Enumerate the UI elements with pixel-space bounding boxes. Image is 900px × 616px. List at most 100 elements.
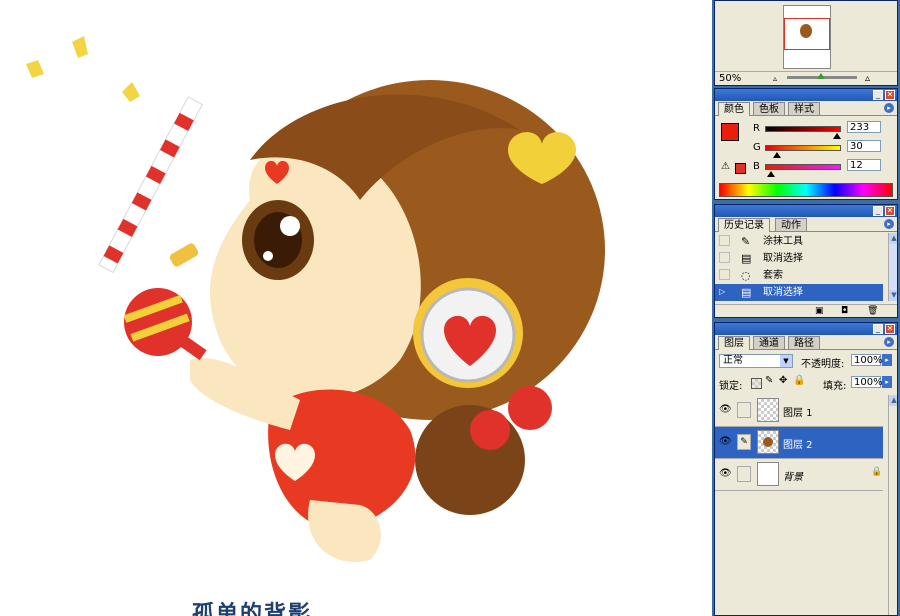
close-icon[interactable]: ✕ <box>885 90 895 100</box>
document-icon: ▤ <box>741 286 752 299</box>
history-panel-titlebar[interactable]: _ ✕ <box>715 205 897 217</box>
tab-swatches[interactable]: 色板 <box>753 102 785 115</box>
new-snapshot-icon[interactable]: ◘ <box>841 306 848 316</box>
channel-b-thumb[interactable] <box>767 171 775 177</box>
history-panel-tabs: 历史记录 动作 ▸ <box>715 217 897 232</box>
layers-scrollbar[interactable]: ▲ <box>888 395 897 615</box>
zoom-slider-thumb[interactable] <box>817 73 825 79</box>
history-item-label: 涂抹工具 <box>763 236 803 247</box>
minimize-icon[interactable]: _ <box>873 324 883 334</box>
channel-b-slider[interactable] <box>765 164 841 170</box>
new-document-from-state-icon[interactable]: ▣ <box>815 306 824 316</box>
minimize-icon[interactable]: _ <box>873 90 883 100</box>
zoom-field[interactable]: 50% <box>717 73 767 85</box>
tab-channels[interactable]: 通道 <box>753 336 785 349</box>
eye-icon[interactable]: 👁 <box>719 436 732 448</box>
lock-move-icon[interactable]: ✥ <box>779 375 787 386</box>
layer-row[interactable]: 👁 图层 1 <box>715 395 883 427</box>
channel-r-slider[interactable] <box>765 126 841 132</box>
navigator-mini-image <box>800 24 812 38</box>
history-list: ✎ 涂抹工具 ▤ 取消选择 ◌ 套索 ▷ ▤ 取消选择 ▲ ▼ <box>715 233 897 303</box>
foreground-swatch[interactable] <box>721 123 739 141</box>
channel-g-value[interactable]: 30 <box>847 140 881 152</box>
history-item-label: 取消选择 <box>763 287 803 298</box>
layer-name[interactable]: 背景 <box>783 468 803 483</box>
navigator-thumbnail[interactable] <box>783 5 831 69</box>
smudge-icon: ✎ <box>741 235 751 248</box>
lock-transparency-icon[interactable] <box>751 378 762 389</box>
color-panel-tabs: 颜色 色板 样式 ▸ <box>715 101 897 116</box>
channel-g-thumb[interactable] <box>773 152 781 158</box>
scroll-up-icon[interactable]: ▲ <box>889 395 897 406</box>
panel-menu-icon[interactable]: ▸ <box>884 103 894 113</box>
snapshot-checkbox[interactable] <box>719 252 730 263</box>
layers-list: 👁 图层 1 👁 ✎ 图层 2 👁 背景 🔒 ▲ <box>715 395 897 615</box>
opacity-field[interactable]: 100% <box>851 354 883 366</box>
tab-layers[interactable]: 图层 <box>718 336 750 350</box>
channel-r-thumb[interactable] <box>833 133 841 139</box>
layer-thumbnail[interactable] <box>757 430 779 454</box>
fill-arrow-icon[interactable]: ▸ <box>882 376 892 388</box>
channel-b-value[interactable]: 12 <box>847 159 881 171</box>
tab-color[interactable]: 颜色 <box>718 102 750 116</box>
lock-all-icon[interactable]: 🔒 <box>793 375 805 386</box>
color-spectrum-bar[interactable] <box>719 183 893 197</box>
history-item[interactable]: ▤ 取消选择 <box>715 250 883 267</box>
channel-r-value[interactable]: 233 <box>847 121 881 133</box>
gamut-warning-icon[interactable]: ⚠ <box>721 161 730 172</box>
zoom-out-icon[interactable]: ▵ <box>773 75 783 83</box>
chevron-down-icon[interactable]: ▼ <box>780 355 792 367</box>
zoom-in-icon[interactable]: ▵ <box>865 74 879 84</box>
channel-b-label: B <box>753 161 760 172</box>
tab-history[interactable]: 历史记录 <box>718 218 770 232</box>
channel-r-label: R <box>753 123 760 134</box>
eye-icon[interactable]: 👁 <box>719 404 732 416</box>
layer-link-box[interactable] <box>737 402 751 418</box>
snapshot-checkbox[interactable] <box>719 269 730 280</box>
close-icon[interactable]: ✕ <box>885 206 895 216</box>
minimize-icon[interactable]: _ <box>873 206 883 216</box>
channel-g-slider[interactable] <box>765 145 841 151</box>
panel-menu-icon[interactable]: ▸ <box>884 337 894 347</box>
trash-icon[interactable]: 🗑 <box>867 306 878 316</box>
navigator-bottom-bar: 50% ▵ ▵ <box>715 71 897 85</box>
panel-dock: 50% ▵ ▵ _ ✕ 颜色 色板 样式 ▸ ⚠ R 233 G 30 B 12… <box>712 0 900 616</box>
character-illustration <box>26 36 605 562</box>
history-item-label: 套索 <box>763 270 783 281</box>
history-item[interactable]: ◌ 套索 <box>715 267 883 284</box>
blend-mode-select[interactable]: 正常 ▼ <box>719 354 793 368</box>
blend-mode-value: 正常 <box>723 355 743 366</box>
snapshot-checkbox[interactable] <box>719 235 730 246</box>
layer-row[interactable]: 👁 背景 🔒 <box>715 459 883 491</box>
document-icon: ▤ <box>741 252 752 265</box>
tab-paths[interactable]: 路径 <box>788 336 820 349</box>
layer-name[interactable]: 图层 2 <box>783 436 813 451</box>
history-item[interactable]: ✎ 涂抹工具 <box>715 233 883 250</box>
tab-styles[interactable]: 样式 <box>788 102 820 115</box>
scroll-down-icon[interactable]: ▼ <box>889 290 897 301</box>
canvas-caption-text: 孤单的背影 <box>192 601 313 616</box>
lock-paint-icon[interactable]: ✎ <box>765 375 773 386</box>
color-panel-titlebar[interactable]: _ ✕ <box>715 89 897 101</box>
panel-menu-icon[interactable]: ▸ <box>884 219 894 229</box>
history-item-selected[interactable]: ▷ ▤ 取消选择 <box>715 284 883 301</box>
document-canvas[interactable]: 孤单的背影 <box>0 0 712 616</box>
layer-name[interactable]: 图层 1 <box>783 404 813 419</box>
layers-panel-titlebar[interactable]: _ ✕ <box>715 323 897 335</box>
layer-link-box[interactable] <box>737 466 751 482</box>
layer-thumbnail[interactable] <box>757 462 779 486</box>
history-state-marker[interactable]: ▷ <box>719 286 730 297</box>
tab-actions[interactable]: 动作 <box>775 218 807 231</box>
gamut-color-chip[interactable] <box>735 163 746 174</box>
eye-icon[interactable]: 👁 <box>719 468 732 480</box>
layer-thumbnail[interactable] <box>757 398 779 422</box>
brush-icon[interactable]: ✎ <box>737 434 751 450</box>
history-scrollbar[interactable]: ▲ ▼ <box>888 233 897 301</box>
layers-panel: _ ✕ 图层 通道 路径 ▸ 正常 ▼ 不透明度: 100% ▸ 锁定: ✎ ✥… <box>714 322 898 616</box>
layer-row-selected[interactable]: 👁 ✎ 图层 2 <box>715 427 883 459</box>
scroll-up-icon[interactable]: ▲ <box>889 233 897 244</box>
opacity-arrow-icon[interactable]: ▸ <box>882 354 892 366</box>
history-panel: _ ✕ 历史记录 动作 ▸ ✎ 涂抹工具 ▤ 取消选择 ◌ 套索 ▷ ▤ 取消选… <box>714 204 898 318</box>
close-icon[interactable]: ✕ <box>885 324 895 334</box>
fill-field[interactable]: 100% <box>851 376 883 388</box>
